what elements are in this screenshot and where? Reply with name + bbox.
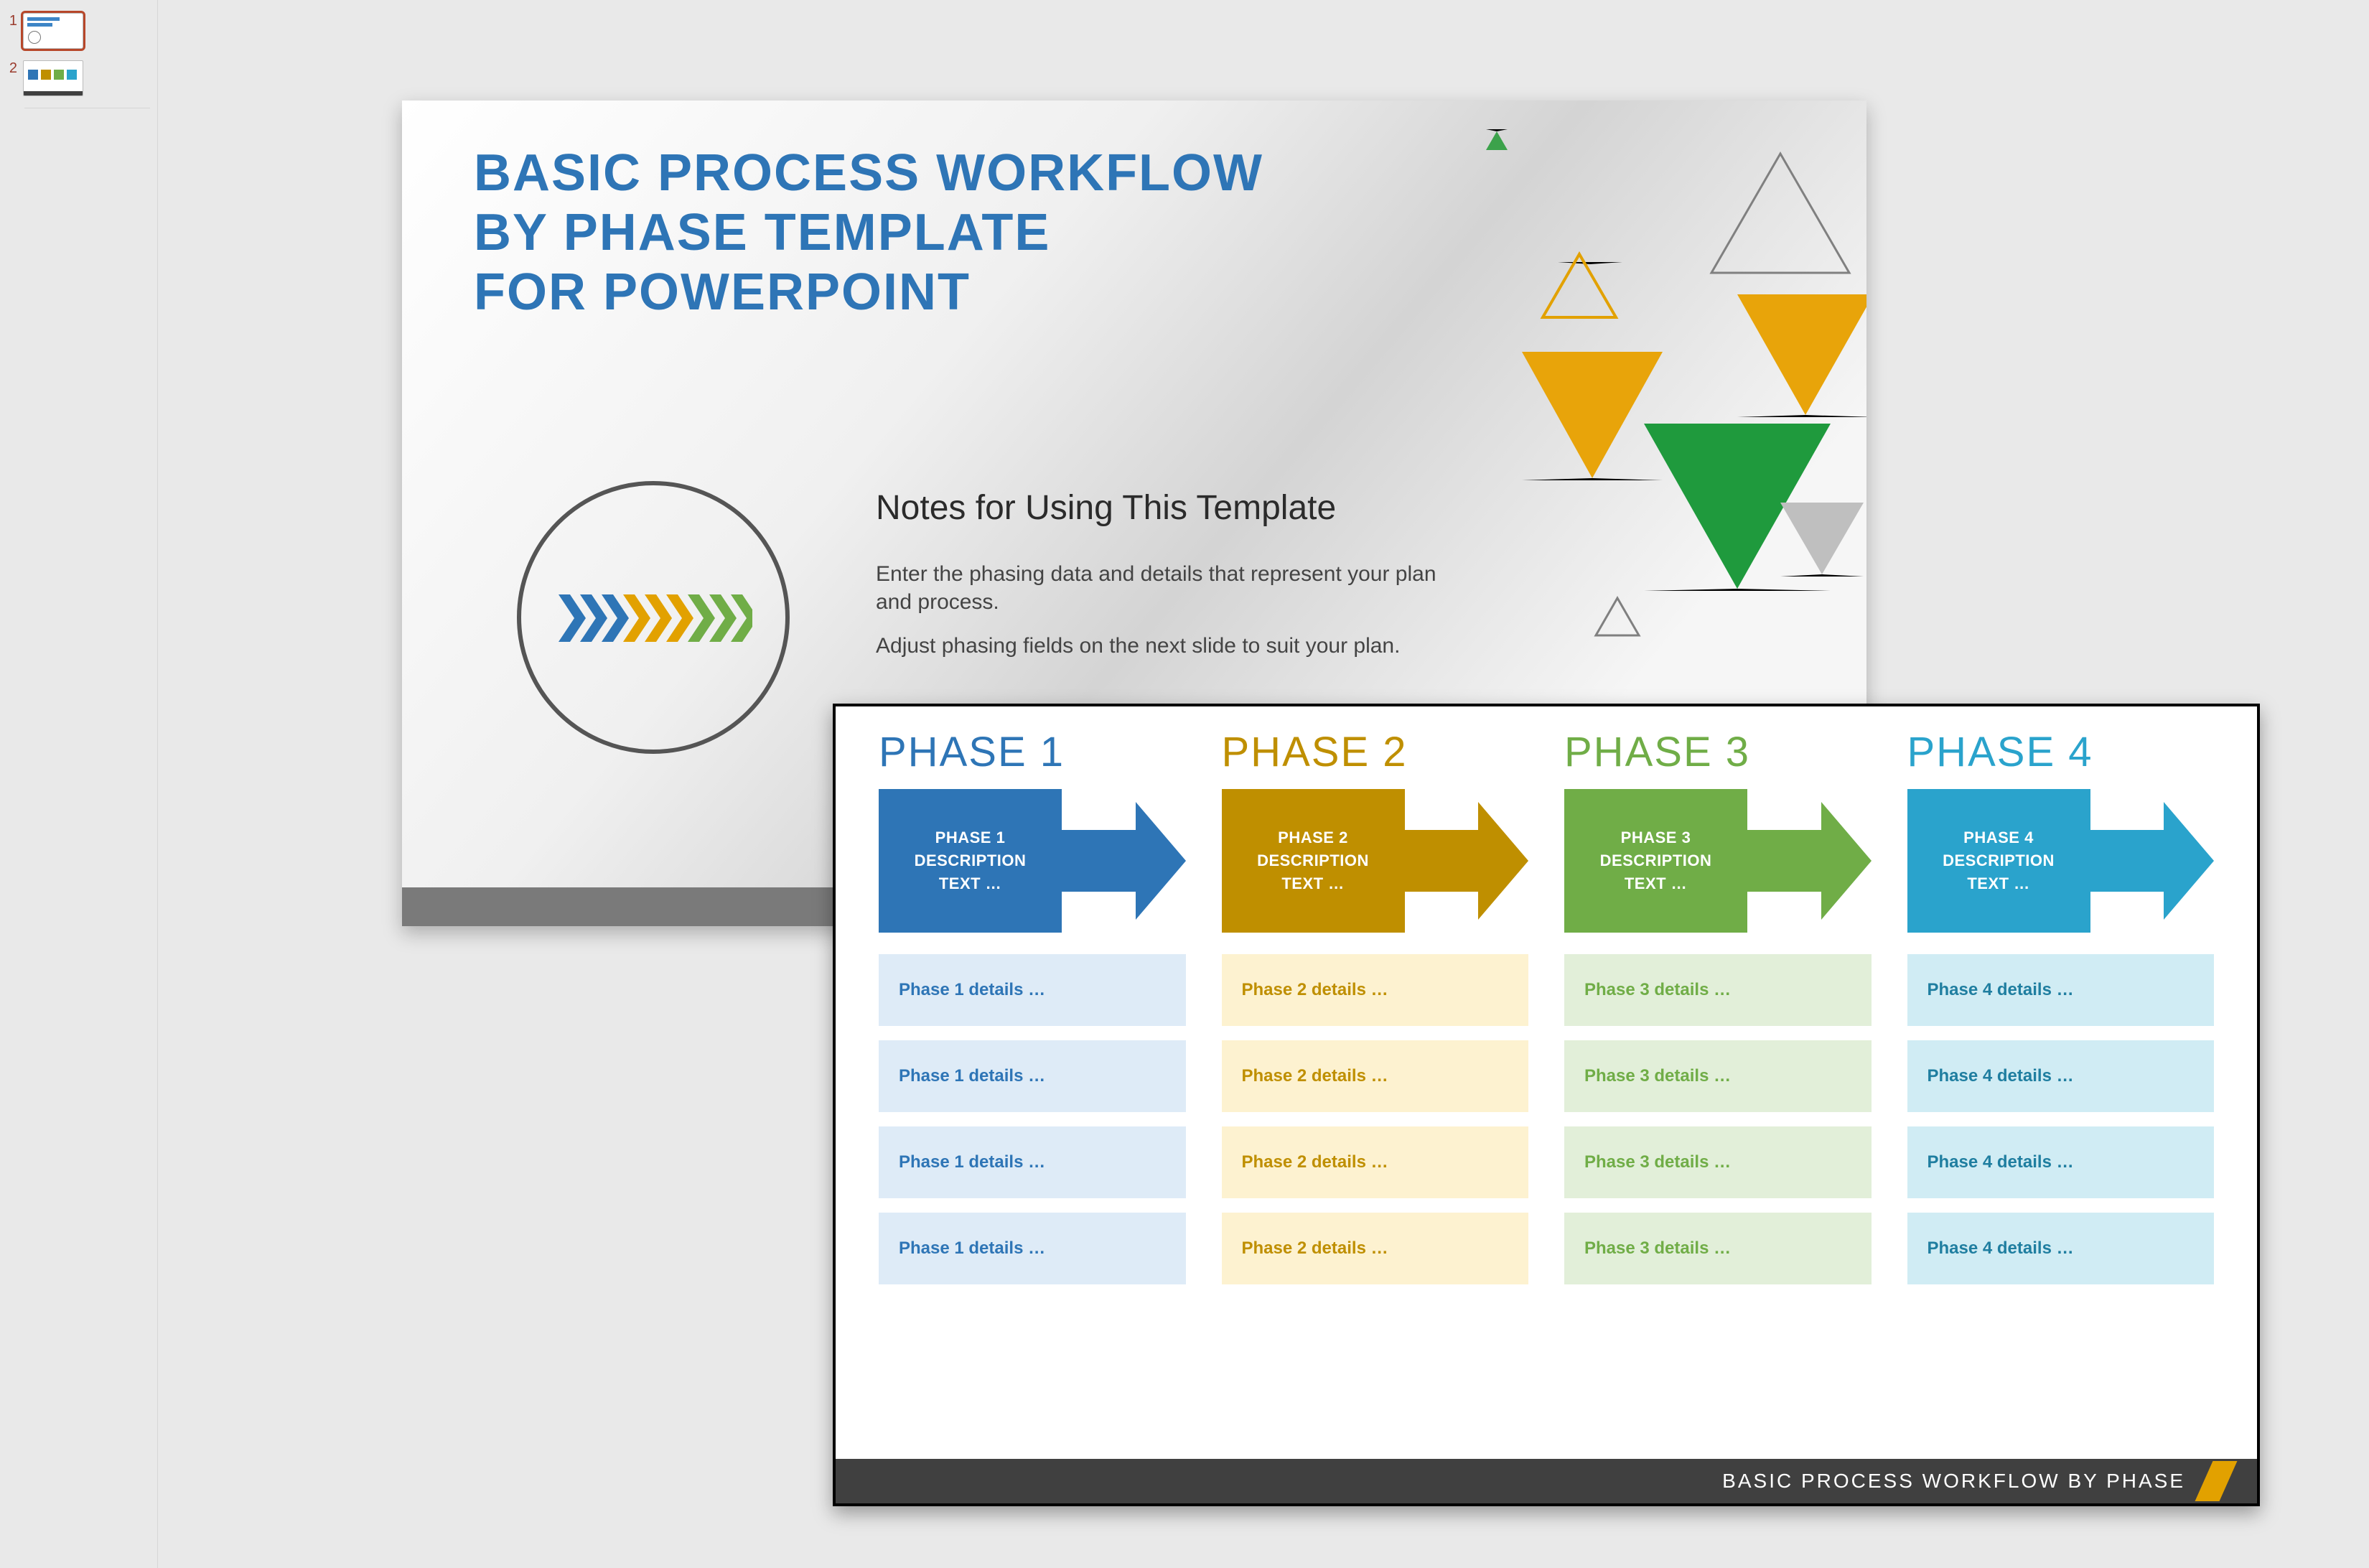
- phase-detail-box[interactable]: Phase 2 details …: [1222, 1040, 1529, 1112]
- triangle-outline-icon: [1594, 596, 1641, 638]
- slide-body-1[interactable]: Enter the phasing data and details that …: [876, 560, 1450, 616]
- phase-detail-box[interactable]: Phase 2 details …: [1222, 954, 1529, 1026]
- triangle-decoration: [1522, 352, 1663, 480]
- slide-subtitle[interactable]: Notes for Using This Template: [876, 488, 1336, 528]
- phase-detail-box[interactable]: Phase 4 details …: [1907, 1213, 2215, 1284]
- title-line-2: BY PHASE TEMPLATE: [474, 204, 1050, 261]
- phase-column-1: PHASE 1 PHASE 1 DESCRIPTION TEXT … Phase…: [879, 728, 1186, 1434]
- title-line-1: BASIC PROCESS WORKFLOW: [474, 144, 1263, 202]
- phase-heading[interactable]: PHASE 2: [1222, 728, 1529, 776]
- footer-text: BASIC PROCESS WORKFLOW BY PHASE: [1722, 1470, 2185, 1493]
- triangle-decoration: [1486, 129, 1508, 150]
- phase-detail-box[interactable]: Phase 4 details …: [1907, 1126, 2215, 1198]
- thumbnail-number: 1: [7, 13, 17, 29]
- chevron-logo: [517, 481, 790, 754]
- phase-description-box: PHASE 3 DESCRIPTION TEXT …: [1564, 789, 1747, 933]
- phase-detail-box[interactable]: Phase 1 details …: [879, 1213, 1186, 1284]
- phase-description-box: PHASE 2 DESCRIPTION TEXT …: [1222, 789, 1405, 933]
- phase-detail-box[interactable]: Phase 4 details …: [1907, 954, 2215, 1026]
- phase-heading[interactable]: PHASE 3: [1564, 728, 1872, 776]
- phase-description-box: PHASE 4 DESCRIPTION TEXT …: [1907, 789, 2090, 933]
- thumbnail-preview: [23, 13, 83, 49]
- phase-heading[interactable]: PHASE 1: [879, 728, 1186, 776]
- phase-column-4: PHASE 4 PHASE 4 DESCRIPTION TEXT … Phase…: [1907, 728, 2215, 1434]
- phase-detail-box[interactable]: Phase 2 details …: [1222, 1213, 1529, 1284]
- phase-detail-box[interactable]: Phase 3 details …: [1564, 954, 1872, 1026]
- title-line-3: FOR POWERPOINT: [474, 263, 971, 321]
- phase-arrow[interactable]: PHASE 3 DESCRIPTION TEXT …: [1564, 789, 1872, 933]
- slide-footer: BASIC PROCESS WORKFLOW BY PHASE: [836, 1459, 2257, 1503]
- phase-detail-box[interactable]: Phase 1 details …: [879, 1126, 1186, 1198]
- triangle-decoration: [1780, 503, 1864, 577]
- triangle-outline-icon: [1709, 151, 1852, 276]
- phase-heading[interactable]: PHASE 4: [1907, 728, 2215, 776]
- slide-thumbnail-2[interactable]: 2: [7, 60, 150, 96]
- phase-detail-box[interactable]: Phase 3 details …: [1564, 1040, 1872, 1112]
- phase-detail-box[interactable]: Phase 3 details …: [1564, 1126, 1872, 1198]
- phase-columns: PHASE 1 PHASE 1 DESCRIPTION TEXT … Phase…: [879, 728, 2214, 1434]
- phase-detail-box[interactable]: Phase 1 details …: [879, 1040, 1186, 1112]
- phase-detail-box[interactable]: Phase 2 details …: [1222, 1126, 1529, 1198]
- phase-arrow[interactable]: PHASE 1 DESCRIPTION TEXT …: [879, 789, 1186, 933]
- footer-accent-icon: [2195, 1461, 2238, 1501]
- phase-arrow[interactable]: PHASE 2 DESCRIPTION TEXT …: [1222, 789, 1529, 933]
- slide-title[interactable]: BASIC PROCESS WORKFLOW BY PHASE TEMPLATE…: [474, 144, 1263, 322]
- slide-thumbnail-pane: 1 2: [0, 0, 158, 1568]
- phase-column-3: PHASE 3 PHASE 3 DESCRIPTION TEXT … Phase…: [1564, 728, 1872, 1434]
- slide-body-2[interactable]: Adjust phasing fields on the next slide …: [876, 632, 1400, 660]
- thumbnail-preview: [23, 60, 83, 96]
- phase-detail-box[interactable]: Phase 3 details …: [1564, 1213, 1872, 1284]
- triangle-outline-icon: [1540, 251, 1619, 320]
- phase-description-box: PHASE 1 DESCRIPTION TEXT …: [879, 789, 1062, 933]
- phase-detail-box[interactable]: Phase 1 details …: [879, 954, 1186, 1026]
- chevron-icon: [559, 594, 752, 642]
- triangle-decoration: [1737, 294, 1866, 417]
- phase-arrow[interactable]: PHASE 4 DESCRIPTION TEXT …: [1907, 789, 2215, 933]
- slide-thumbnail-1[interactable]: 1: [7, 13, 150, 49]
- phase-column-2: PHASE 2 PHASE 2 DESCRIPTION TEXT … Phase…: [1222, 728, 1529, 1434]
- thumbnail-number: 2: [7, 60, 17, 77]
- phases-slide: PHASE 1 PHASE 1 DESCRIPTION TEXT … Phase…: [833, 704, 2260, 1506]
- phase-detail-box[interactable]: Phase 4 details …: [1907, 1040, 2215, 1112]
